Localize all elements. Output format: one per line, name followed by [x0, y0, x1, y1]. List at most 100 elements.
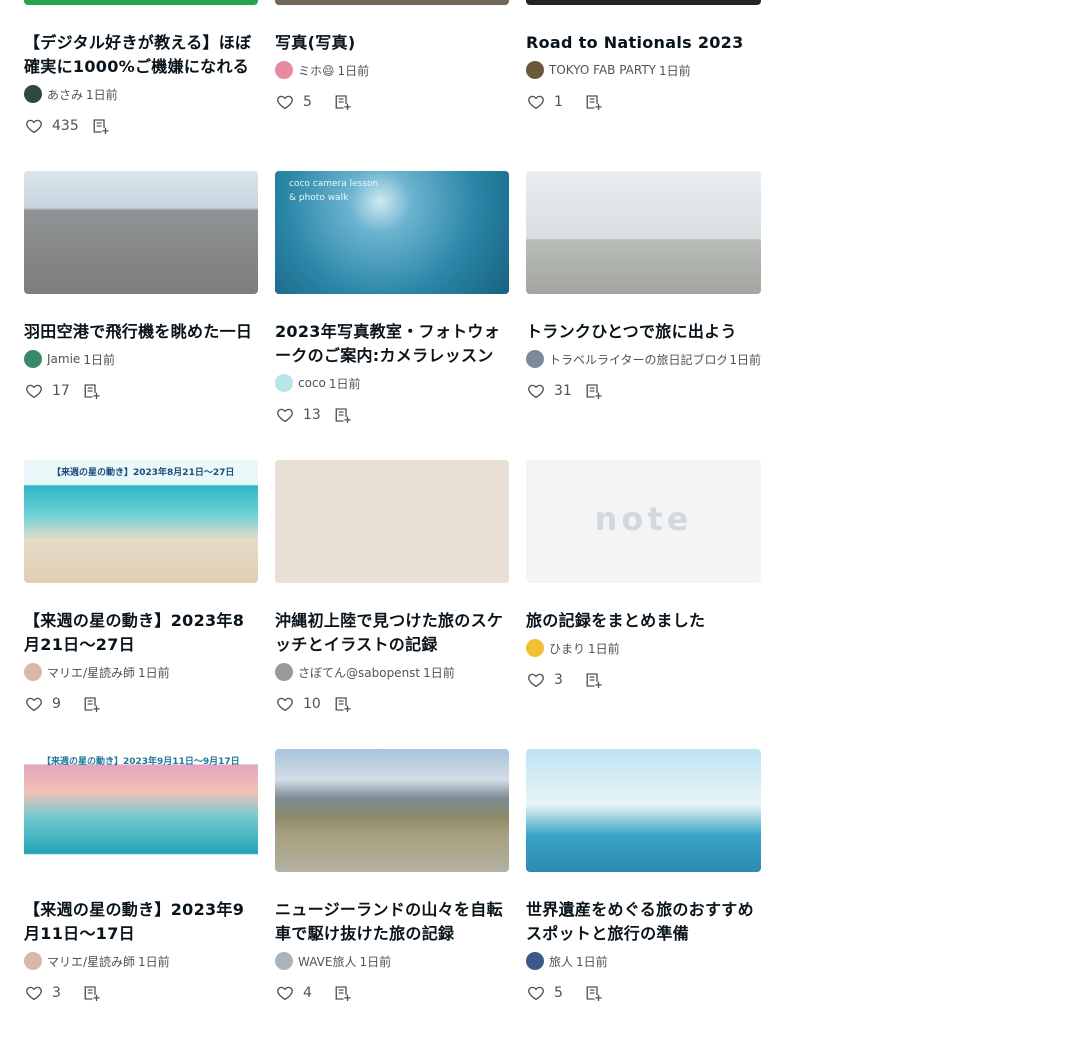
card-meta: 旅人 1日前 [526, 951, 761, 971]
author-name[interactable]: 旅人 [549, 953, 573, 970]
heart-icon[interactable] [526, 92, 546, 112]
like-count: 13 [303, 407, 321, 423]
card-meta: マリエ/星読み師 1日前 [24, 951, 258, 971]
heart-icon[interactable] [526, 983, 546, 1003]
author-name[interactable]: TOKYO FAB PARTY [549, 63, 656, 77]
note-card[interactable]: Road to Nationals 2023 TOKYO FAB PARTY 1… [526, 0, 761, 171]
note-card[interactable]: 写真(写真) ミホ😄 1日前 5 [275, 0, 509, 171]
card-title[interactable]: 写真(写真) [275, 31, 509, 55]
add-to-magazine-icon[interactable] [91, 116, 111, 136]
author-name[interactable]: さぼてん@sabopenst [298, 664, 420, 681]
card-thumbnail[interactable] [526, 0, 761, 5]
card-thumbnail[interactable]: 【来週の星の動き】2023年9月11日〜9月17日 [24, 749, 258, 872]
heart-icon[interactable] [24, 116, 44, 136]
heart-icon[interactable] [24, 694, 44, 714]
add-to-magazine-icon[interactable] [584, 381, 604, 401]
heart-icon[interactable] [24, 983, 44, 1003]
author-avatar[interactable] [24, 85, 42, 103]
card-title[interactable]: 2023年写真教室・フォトウォークのご案内:カメラレッスン [275, 320, 509, 368]
card-title[interactable]: 【来週の星の動き】2023年8月21日〜27日 [24, 609, 258, 657]
note-card[interactable]: 羽田空港で飛行機を眺めた一日 Jamie 1日前 17 [24, 171, 258, 460]
card-thumbnail[interactable] [275, 749, 509, 872]
note-card[interactable]: ニュージーランドの山々を自転車で駆け抜けた旅の記録 WAVE旅人 1日前 4 [275, 749, 509, 1038]
note-card[interactable]: 【デジタル好きが教える】ほぼ確実に1000%ご機嫌になれる写真 あさみ 1日前 … [24, 0, 258, 171]
like-count: 3 [52, 985, 61, 1001]
add-to-magazine-icon[interactable] [82, 694, 102, 714]
heart-icon[interactable] [526, 670, 546, 690]
author-avatar[interactable] [526, 952, 544, 970]
card-thumbnail[interactable] [275, 0, 509, 5]
add-to-magazine-icon[interactable] [333, 694, 353, 714]
card-meta: Jamie 1日前 [24, 349, 258, 369]
card-title[interactable]: 羽田空港で飛行機を眺めた一日 [24, 320, 258, 344]
author-avatar[interactable] [24, 350, 42, 368]
like-count: 10 [303, 696, 321, 712]
card-thumbnail[interactable] [24, 171, 258, 294]
add-to-magazine-icon[interactable] [333, 92, 353, 112]
add-to-magazine-icon[interactable] [584, 670, 604, 690]
author-name[interactable]: ミホ😄 [298, 62, 335, 79]
note-card[interactable]: トランクひとつで旅に出よう トラベルライターの旅日記ブログ 1日前 31 [526, 171, 761, 460]
author-name[interactable]: Jamie [47, 352, 80, 366]
author-name[interactable]: WAVE旅人 [298, 953, 356, 970]
author-avatar[interactable] [275, 374, 293, 392]
author-name[interactable]: ひまり [549, 640, 585, 657]
author-avatar[interactable] [275, 61, 293, 79]
card-thumbnail[interactable]: note [526, 460, 761, 583]
author-avatar[interactable] [275, 952, 293, 970]
note-card[interactable]: coco camera lesson & photo walk 2023年写真教… [275, 171, 509, 460]
card-actions: 3 [24, 983, 258, 1003]
note-card[interactable]: note 旅の記録をまとめました ひまり 1日前 3 [526, 460, 761, 749]
author-avatar[interactable] [24, 663, 42, 681]
card-actions: 4 [275, 983, 509, 1003]
card-title[interactable]: 【デジタル好きが教える】ほぼ確実に1000%ご機嫌になれる写真 [24, 31, 258, 79]
card-title[interactable]: ニュージーランドの山々を自転車で駆け抜けた旅の記録 [275, 898, 509, 946]
add-to-magazine-icon[interactable] [333, 983, 353, 1003]
note-logo: note [594, 500, 693, 538]
heart-icon[interactable] [275, 405, 295, 425]
heart-icon[interactable] [526, 381, 546, 401]
card-title[interactable]: 世界遺産をめぐる旅のおすすめスポットと旅行の準備 [526, 898, 761, 946]
note-card[interactable]: 世界遺産をめぐる旅のおすすめスポットと旅行の準備 旅人 1日前 5 [526, 749, 761, 1038]
heart-icon[interactable] [275, 694, 295, 714]
card-thumbnail[interactable]: 【来週の星の動き】2023年8月21日〜27日 [24, 460, 258, 583]
card-thumbnail[interactable] [526, 749, 761, 872]
card-title[interactable]: 沖縄初上陸で見つけた旅のスケッチとイラストの記録 [275, 609, 509, 657]
card-meta: coco 1日前 [275, 373, 509, 393]
card-thumbnail[interactable] [275, 460, 509, 583]
card-meta: TOKYO FAB PARTY 1日前 [526, 60, 761, 80]
add-to-magazine-icon[interactable] [82, 381, 102, 401]
card-thumbnail[interactable] [526, 171, 761, 294]
author-avatar[interactable] [526, 350, 544, 368]
author-avatar[interactable] [526, 639, 544, 657]
card-title[interactable]: 旅の記録をまとめました [526, 609, 761, 633]
author-name[interactable]: あさみ [47, 86, 83, 103]
heart-icon[interactable] [275, 92, 295, 112]
author-avatar[interactable] [275, 663, 293, 681]
note-card[interactable]: 【来週の星の動き】2023年9月11日〜9月17日 【来週の星の動き】2023年… [24, 749, 258, 1038]
heart-icon[interactable] [275, 983, 295, 1003]
card-thumbnail[interactable] [24, 0, 258, 5]
author-name[interactable]: トラベルライターの旅日記ブログ [549, 351, 726, 368]
card-actions: 9 [24, 694, 258, 714]
card-meta: マリエ/星読み師 1日前 [24, 662, 258, 682]
author-name[interactable]: マリエ/星読み師 [47, 953, 135, 970]
heart-icon[interactable] [24, 381, 44, 401]
card-thumbnail[interactable]: coco camera lesson & photo walk [275, 171, 509, 294]
add-to-magazine-icon[interactable] [584, 983, 604, 1003]
author-name[interactable]: coco [298, 376, 326, 390]
like-count: 17 [52, 383, 70, 399]
post-time: 1日前 [337, 63, 370, 78]
author-name[interactable]: マリエ/星読み師 [47, 664, 135, 681]
add-to-magazine-icon[interactable] [82, 983, 102, 1003]
post-time: 1日前 [86, 87, 118, 102]
add-to-magazine-icon[interactable] [584, 92, 604, 112]
note-card[interactable]: 【来週の星の動き】2023年8月21日〜27日 【来週の星の動き】2023年8月… [24, 460, 258, 749]
author-avatar[interactable] [526, 61, 544, 79]
author-avatar[interactable] [24, 952, 42, 970]
card-title[interactable]: Road to Nationals 2023 [526, 31, 761, 55]
card-title[interactable]: 【来週の星の動き】2023年9月11日〜17日 [24, 898, 258, 946]
add-to-magazine-icon[interactable] [333, 405, 353, 425]
card-title[interactable]: トランクひとつで旅に出よう [526, 320, 761, 344]
note-card[interactable]: 沖縄初上陸で見つけた旅のスケッチとイラストの記録 さぼてん@sabopenst … [275, 460, 509, 749]
